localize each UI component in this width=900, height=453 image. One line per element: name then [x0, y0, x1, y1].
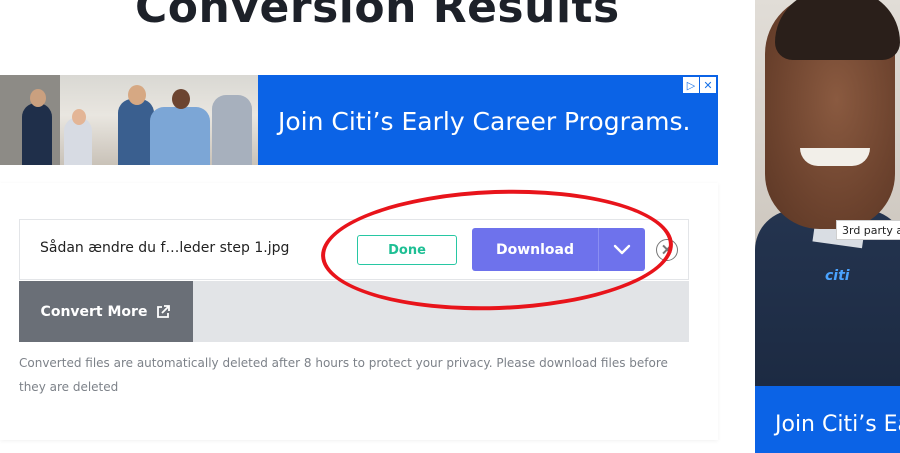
close-icon[interactable]: ✕	[700, 77, 716, 93]
page-title: Conversion Results	[135, 0, 620, 33]
citi-logo: citi	[825, 268, 850, 284]
chevron-down-icon	[613, 244, 631, 254]
side-ad-headline[interactable]: Join Citi’s Early	[775, 411, 900, 439]
ad-headline[interactable]: Join Citi’s Early Career Programs.	[278, 107, 691, 136]
close-circle-icon[interactable]	[656, 239, 678, 261]
ad-photo	[0, 75, 258, 165]
external-link-icon	[157, 304, 171, 318]
main-content: Conversion Results Join Citi’s Early Car…	[0, 0, 755, 453]
status-badge: Done	[357, 235, 457, 265]
download-options-button[interactable]	[598, 228, 645, 271]
convert-more-button[interactable]: Convert More	[19, 281, 193, 342]
convert-more-label: Convert More	[40, 303, 148, 320]
adchoices-icon[interactable]: ▷	[683, 77, 699, 93]
top-ad-banner[interactable]: Join Citi’s Early Career Programs. ▷ ✕	[0, 75, 718, 165]
file-name: Sådan ændre du f…leder step 1.jpg	[40, 240, 290, 256]
third-party-badge: 3rd party a	[836, 220, 900, 240]
side-ad-photo[interactable]: citi	[755, 0, 900, 386]
privacy-notice: Converted files are automatically delete…	[19, 356, 668, 394]
adchoices-controls[interactable]: ▷ ✕	[683, 77, 716, 93]
download-button[interactable]: Download	[472, 228, 598, 271]
